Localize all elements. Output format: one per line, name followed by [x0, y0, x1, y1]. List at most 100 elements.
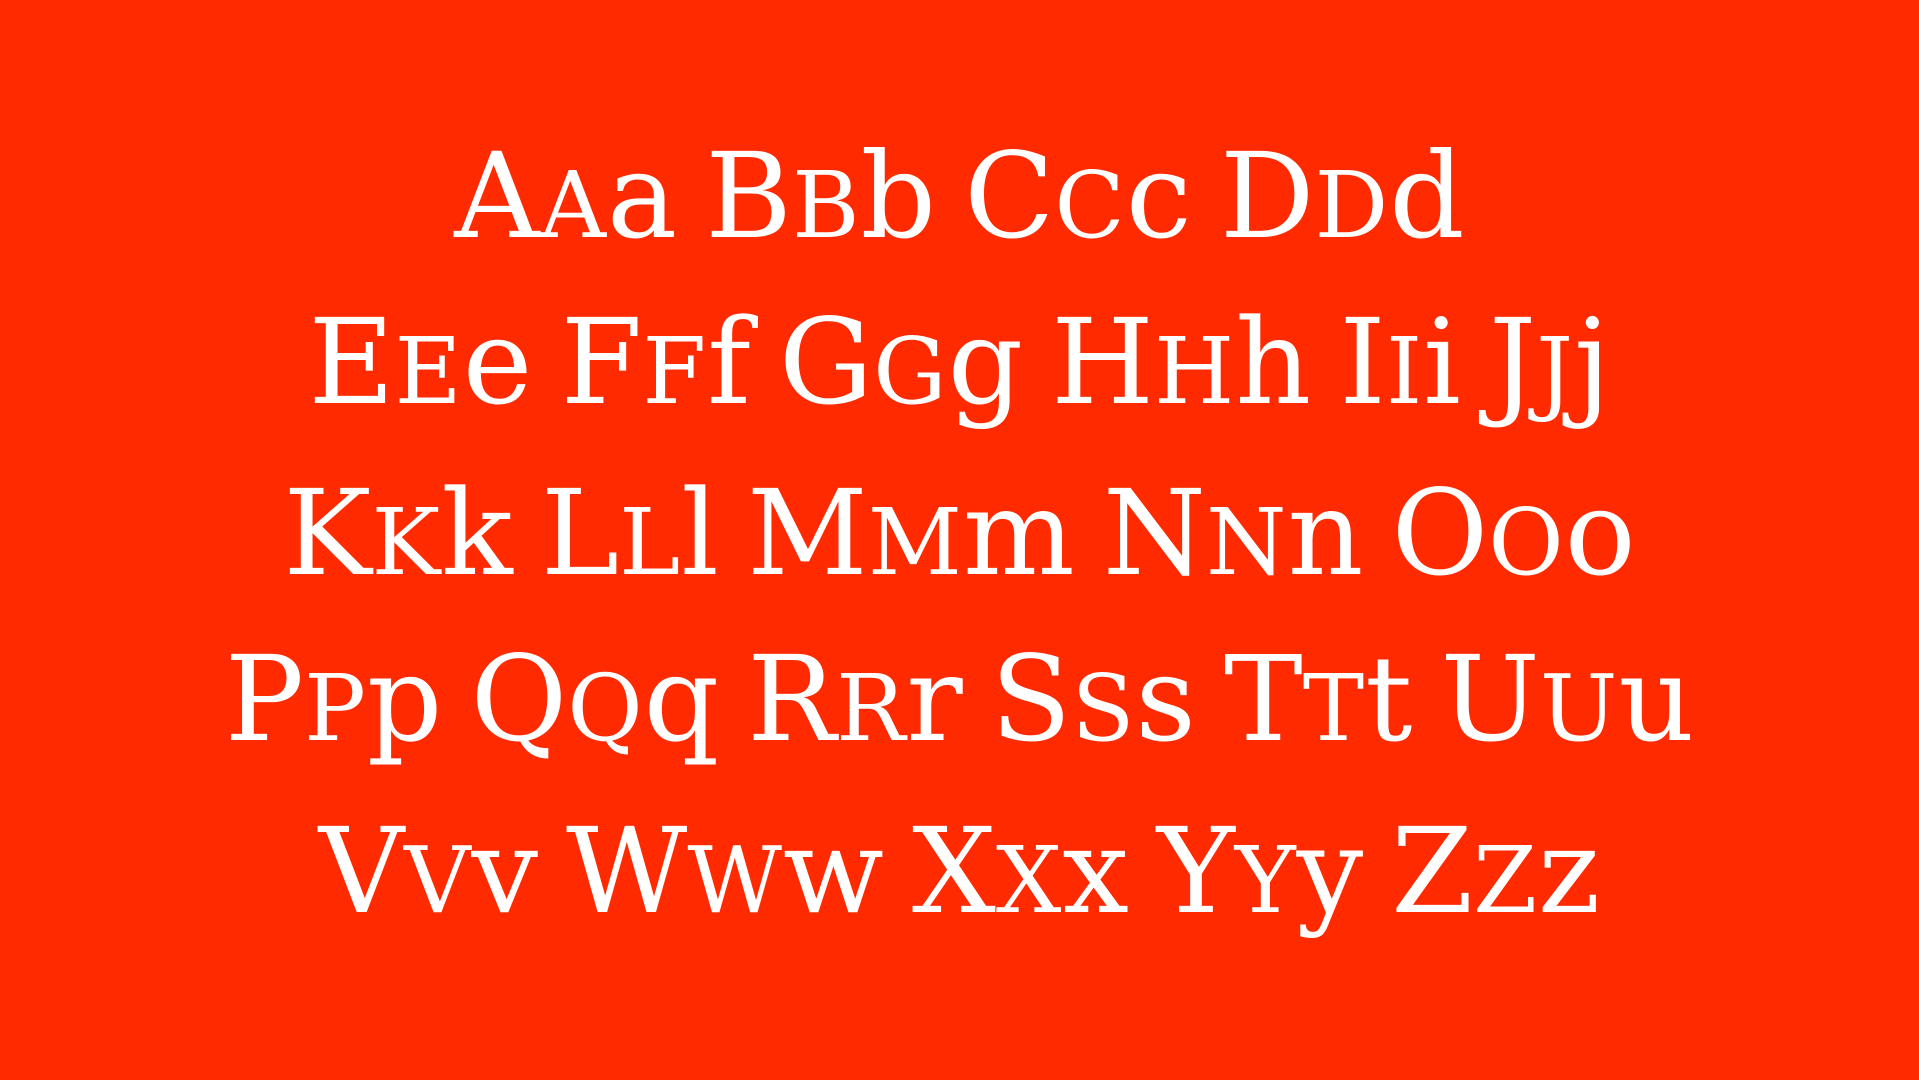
small-cap-letter: C — [1054, 152, 1126, 259]
lowercase-letter: c — [1125, 127, 1192, 265]
small-cap-letter: H — [1154, 318, 1236, 425]
letter-group: DDd — [1220, 137, 1465, 255]
capital-letter: B — [705, 127, 792, 265]
letter-group: LLl — [541, 474, 719, 592]
letter-group: KKk — [283, 474, 512, 592]
small-cap-letter: G — [873, 318, 948, 425]
small-cap-letter: A — [539, 152, 607, 259]
letter-group: HHh — [1051, 303, 1311, 421]
small-cap-letter: S — [1071, 655, 1136, 762]
capital-letter: V — [318, 802, 404, 940]
letter-group: IIi — [1339, 303, 1461, 421]
small-cap-letter: J — [1536, 318, 1574, 425]
capital-letter: N — [1102, 464, 1207, 602]
small-cap-letter: E — [394, 318, 463, 425]
letter-group: UUu — [1440, 640, 1694, 758]
letter-group: XXx — [912, 812, 1129, 930]
small-cap-letter: X — [995, 827, 1063, 934]
specimen-row: VVv WWw XXx YYy ZZz — [0, 812, 1919, 930]
small-cap-letter: Z — [1473, 827, 1539, 934]
capital-letter: P — [224, 630, 305, 768]
capital-letter: O — [1391, 464, 1489, 602]
small-cap-letter: L — [619, 489, 682, 596]
lowercase-letter: k — [441, 464, 513, 602]
capital-letter: D — [1219, 127, 1315, 265]
capital-letter: Z — [1391, 802, 1474, 940]
lowercase-letter: q — [643, 630, 720, 768]
lowercase-letter: l — [681, 464, 719, 602]
letter-group: SSs — [991, 640, 1196, 758]
lowercase-letter: j — [1574, 293, 1611, 431]
letter-group: PPp — [225, 640, 443, 758]
type-specimen: AAa BBb CCc DDd EEe FFf GGg HHh IIi JJj KKk LLl MM… — [0, 0, 1919, 1080]
letter-group: EEe — [308, 303, 532, 421]
small-cap-letter: N — [1206, 489, 1288, 596]
small-cap-letter: V — [403, 827, 472, 934]
letter-group: FFf — [561, 303, 751, 421]
letter-group: QQq — [470, 640, 719, 758]
capital-letter: R — [747, 630, 836, 768]
specimen-row: EEe FFf GGg HHh IIi JJj — [0, 303, 1919, 421]
lowercase-letter: g — [947, 293, 1024, 431]
lowercase-letter: b — [860, 127, 937, 265]
letter-group: WWw — [566, 812, 884, 930]
lowercase-letter: a — [606, 127, 678, 265]
specimen-row: KKk LLl MMm NNn OOo — [0, 474, 1919, 592]
lowercase-letter: o — [1564, 464, 1636, 602]
letter-group: NNn — [1103, 474, 1364, 592]
specimen-row: PPp QQq RRr SSs TTt UUu — [0, 640, 1919, 758]
small-cap-letter: P — [304, 655, 367, 762]
capital-letter: U — [1440, 630, 1540, 768]
lowercase-letter: x — [1062, 802, 1129, 940]
lowercase-letter: r — [906, 630, 963, 768]
lowercase-letter: d — [1389, 127, 1465, 265]
small-cap-letter: B — [791, 152, 861, 259]
lowercase-letter: m — [962, 464, 1075, 602]
letter-group: RRr — [747, 640, 963, 758]
letter-group: VVv — [319, 812, 538, 930]
small-cap-letter: U — [1539, 655, 1619, 762]
lowercase-letter: h — [1235, 293, 1312, 431]
lowercase-letter: i — [1423, 293, 1461, 431]
small-cap-letter: M — [867, 489, 963, 596]
lowercase-letter: p — [366, 630, 443, 768]
letter-group: BBb — [705, 137, 936, 255]
letter-group: ZZz — [1391, 812, 1600, 930]
letter-group: MMm — [747, 474, 1075, 592]
capital-letter: C — [964, 127, 1055, 265]
capital-letter: E — [308, 293, 395, 431]
lowercase-letter: f — [707, 293, 751, 431]
lowercase-letter: t — [1365, 630, 1413, 768]
letter-group: AAa — [454, 137, 677, 255]
capital-letter: M — [746, 464, 868, 602]
capital-letter: W — [566, 802, 688, 940]
letter-group: TTt — [1224, 640, 1412, 758]
small-cap-letter: T — [1302, 655, 1366, 762]
letter-group: OOo — [1391, 474, 1635, 592]
lowercase-letter: w — [782, 802, 884, 940]
small-cap-letter: F — [642, 318, 708, 425]
small-cap-letter: O — [1488, 489, 1565, 596]
lowercase-letter: s — [1135, 630, 1196, 768]
letter-group: YYy — [1157, 812, 1363, 930]
lowercase-letter: e — [462, 293, 533, 431]
lowercase-letter: v — [471, 802, 539, 940]
capital-letter: G — [778, 293, 874, 431]
capital-letter: T — [1223, 630, 1303, 768]
small-cap-letter: Q — [567, 655, 644, 762]
lowercase-letter: u — [1618, 630, 1695, 768]
letter-group: GGg — [779, 303, 1023, 421]
capital-letter: S — [990, 630, 1072, 768]
capital-letter: I — [1339, 293, 1386, 431]
capital-letter: Y — [1156, 802, 1235, 940]
small-cap-letter: R — [835, 655, 907, 762]
capital-letter: A — [454, 127, 540, 265]
small-cap-letter: K — [371, 489, 442, 596]
lowercase-letter: y — [1296, 802, 1364, 940]
small-cap-letter: Y — [1234, 827, 1297, 934]
small-cap-letter: W — [687, 827, 783, 934]
letter-group: JJj — [1489, 303, 1611, 421]
capital-letter: J — [1488, 293, 1537, 431]
capital-letter: F — [560, 293, 643, 431]
capital-letter: X — [911, 802, 996, 940]
